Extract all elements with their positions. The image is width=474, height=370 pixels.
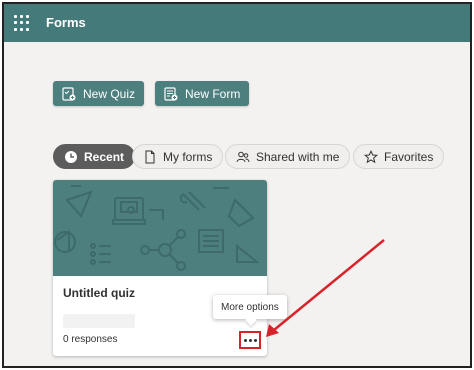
- top-bar: Forms: [4, 4, 470, 42]
- app-title[interactable]: Forms: [46, 15, 86, 30]
- tab-shared-label: Shared with me: [256, 149, 340, 164]
- forms-window: Forms New Quiz New Form Recent My forms …: [2, 2, 472, 368]
- new-form-label: New Form: [185, 86, 241, 101]
- new-form-icon: [164, 86, 178, 101]
- ellipsis-icon: [243, 338, 247, 342]
- star-icon: [364, 149, 378, 163]
- tab-my-forms[interactable]: My forms: [132, 144, 224, 169]
- card-responses: 0 responses: [63, 334, 118, 345]
- tab-favorites-label: Favorites: [384, 149, 434, 164]
- card-title[interactable]: Untitled quiz: [63, 286, 135, 300]
- new-quiz-label: New Quiz: [83, 86, 136, 101]
- tab-favorites[interactable]: Favorites: [353, 144, 445, 169]
- card-banner: [53, 180, 267, 276]
- clock-icon: [65, 150, 77, 163]
- new-form-button[interactable]: New Form: [155, 81, 250, 106]
- tooltip-text: More options: [221, 301, 279, 313]
- new-quiz-icon: [62, 86, 76, 101]
- card-banner-pattern: [54, 185, 260, 271]
- form-card[interactable]: Untitled quiz 0 responses: [53, 180, 267, 356]
- more-options-tooltip: More options: [213, 295, 287, 319]
- tab-recent[interactable]: Recent: [53, 144, 136, 169]
- tab-my-forms-label: My forms: [163, 149, 213, 164]
- document-icon: [145, 150, 155, 163]
- tab-shared-with-me[interactable]: Shared with me: [225, 144, 351, 169]
- new-quiz-button[interactable]: New Quiz: [53, 81, 145, 106]
- card-subtitle-placeholder: [63, 314, 135, 328]
- tab-recent-label: Recent: [84, 149, 125, 164]
- more-options-button[interactable]: [239, 331, 261, 349]
- people-icon: [236, 151, 250, 162]
- app-launcher-icon[interactable]: [14, 15, 30, 31]
